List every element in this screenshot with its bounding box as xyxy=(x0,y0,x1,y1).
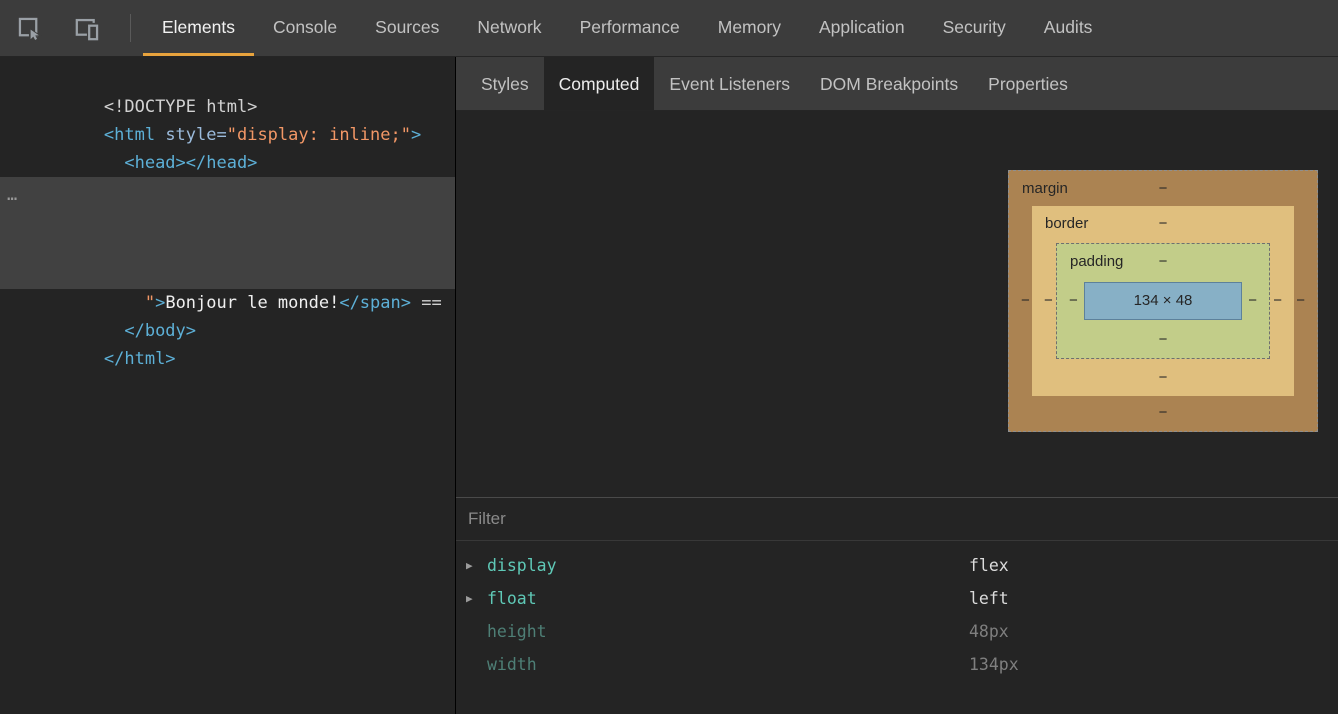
content-size: 134 × 48 xyxy=(1134,292,1193,310)
padding-left-value[interactable]: − xyxy=(1069,292,1078,310)
dom-line-style-float[interactable]: float: left; xyxy=(0,233,455,261)
box-content[interactable]: 134 × 48 xyxy=(1084,282,1242,320)
computed-row-float[interactable]: ▶ float left xyxy=(456,582,1338,615)
tab-elements[interactable]: Elements xyxy=(143,0,254,56)
margin-bottom-value[interactable]: − xyxy=(1159,404,1168,422)
padding-bottom-value[interactable]: − xyxy=(1159,331,1168,349)
property-value: 48px xyxy=(969,615,1009,648)
dom-line-body-close[interactable]: </body> xyxy=(0,289,455,317)
tab-performance[interactable]: Performance xyxy=(561,0,699,56)
tab-console[interactable]: Console xyxy=(254,0,356,56)
tab-application[interactable]: Application xyxy=(800,0,924,56)
expand-arrow-icon[interactable]: ▶ xyxy=(466,549,473,582)
dom-line-style-display[interactable]: display: inline-flex; xyxy=(0,205,455,233)
dom-line-doctype[interactable]: <!DOCTYPE html> xyxy=(0,65,455,93)
tag-token: </html> xyxy=(104,349,176,369)
border-label: border xyxy=(1045,215,1088,233)
computed-row-height[interactable]: height 48px xyxy=(456,615,1338,648)
toolbar-divider xyxy=(130,14,131,42)
tab-properties[interactable]: Properties xyxy=(973,57,1083,110)
filter-input[interactable] xyxy=(456,509,985,529)
devtools-toolbar: Elements Console Sources Network Perform… xyxy=(0,0,1338,57)
dom-line-html-open[interactable]: <html style="display: inline;"> xyxy=(0,93,455,121)
padding-top-value[interactable]: − xyxy=(1159,253,1168,271)
margin-right-value[interactable]: − xyxy=(1296,292,1305,310)
devtools-main: <!DOCTYPE html> <html style="display: in… xyxy=(0,57,1338,714)
tab-security[interactable]: Security xyxy=(924,0,1025,56)
panel-tabs: Elements Console Sources Network Perform… xyxy=(143,0,1111,56)
device-toolbar-icon xyxy=(74,15,101,42)
elements-tree-panel: <!DOCTYPE html> <html style="display: in… xyxy=(0,57,456,714)
sidebar-tabs: Styles Computed Event Listeners DOM Brea… xyxy=(456,57,1338,111)
computed-row-display[interactable]: ▶ display flex xyxy=(456,549,1338,582)
inspect-element-button[interactable] xyxy=(12,0,46,56)
computed-row-width[interactable]: width 134px xyxy=(456,648,1338,681)
property-value: 134px xyxy=(969,648,1019,681)
border-top-value[interactable]: − xyxy=(1159,215,1168,233)
tab-styles[interactable]: Styles xyxy=(466,57,544,110)
tab-dom-breakpoints[interactable]: DOM Breakpoints xyxy=(805,57,973,110)
inspect-cursor-icon xyxy=(16,15,43,42)
border-bottom-value[interactable]: − xyxy=(1159,369,1168,387)
margin-left-value[interactable]: − xyxy=(1021,292,1030,310)
property-name: height xyxy=(487,622,547,641)
tab-network[interactable]: Network xyxy=(458,0,560,56)
tab-audits[interactable]: Audits xyxy=(1025,0,1112,56)
box-border[interactable]: border − − − − padding − − − − 134 × 4 xyxy=(1032,206,1294,396)
property-name: width xyxy=(487,655,537,674)
border-right-value[interactable]: − xyxy=(1273,292,1282,310)
tab-memory[interactable]: Memory xyxy=(699,0,800,56)
property-name: float xyxy=(487,589,537,608)
margin-top-value[interactable]: − xyxy=(1159,180,1168,198)
box-margin[interactable]: margin − − − − border − − − − padding − xyxy=(1008,170,1318,432)
padding-label: padding xyxy=(1070,253,1123,271)
border-left-value[interactable]: − xyxy=(1044,292,1053,310)
padding-right-value[interactable]: − xyxy=(1248,292,1257,310)
filter-bar xyxy=(456,497,1338,541)
dom-line-head[interactable]: <head></head> xyxy=(0,121,455,149)
computed-properties-list: ▶ display flex ▶ float left height 48px … xyxy=(456,541,1338,714)
dom-line-span-open[interactable]: … <span style=" xyxy=(0,177,455,205)
property-value: flex xyxy=(969,549,1009,582)
property-name: display xyxy=(487,556,557,575)
property-value: left xyxy=(969,582,1009,615)
dom-line-html-close[interactable]: </html> xyxy=(0,317,455,345)
elements-sidebar: Styles Computed Event Listeners DOM Brea… xyxy=(456,57,1338,714)
expand-arrow-icon[interactable]: ▶ xyxy=(466,582,473,615)
dom-line-body-open[interactable]: ▼<body> xyxy=(0,149,455,177)
dom-line-span-close[interactable]: ">Bonjour le monde!</span> == xyxy=(0,261,455,289)
box-padding[interactable]: padding − − − − 134 × 48 xyxy=(1056,243,1270,359)
tab-event-listeners[interactable]: Event Listeners xyxy=(654,57,805,110)
box-model-section: margin − − − − border − − − − padding − xyxy=(456,111,1338,497)
devtools-window: Elements Console Sources Network Perform… xyxy=(0,0,1338,714)
device-toolbar-button[interactable] xyxy=(70,0,104,56)
tab-sources[interactable]: Sources xyxy=(356,0,458,56)
margin-label: margin xyxy=(1022,180,1068,198)
tab-computed[interactable]: Computed xyxy=(544,57,655,110)
